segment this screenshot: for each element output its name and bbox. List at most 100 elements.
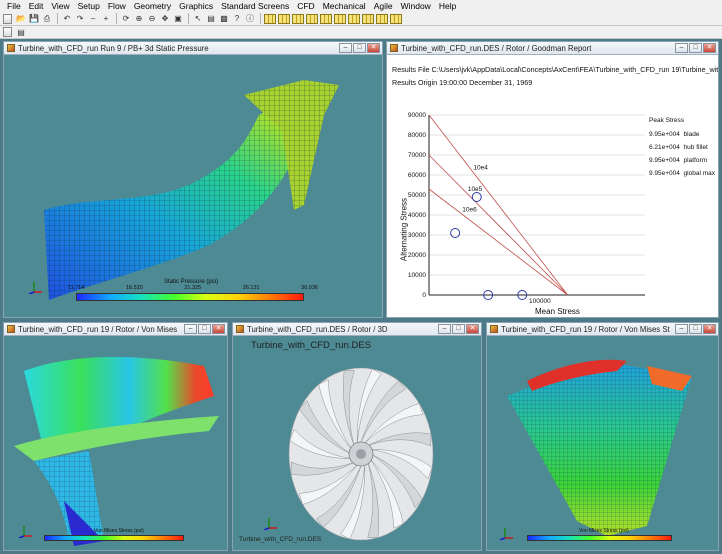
select-icon[interactable]: ↖	[192, 13, 204, 24]
fit-icon[interactable]: ▣	[172, 13, 184, 24]
close-button[interactable]: ✕	[703, 324, 716, 334]
screen-1-icon[interactable]	[264, 13, 276, 24]
peak-value: 9.95e+004	[649, 170, 680, 177]
axis-triad-icon	[499, 528, 513, 540]
maximize-button[interactable]: □	[689, 324, 702, 334]
minimize-button[interactable]: –	[438, 324, 451, 334]
maximize-button[interactable]: □	[353, 43, 366, 53]
screen-5-icon[interactable]	[320, 13, 332, 24]
window-title: Turbine_with_CFD_run.DES / Rotor / Goodm…	[401, 43, 592, 53]
undo-icon[interactable]: ↶	[61, 13, 73, 24]
screen-8-icon[interactable]	[362, 13, 374, 24]
menu-help[interactable]: Help	[435, 0, 460, 12]
close-button[interactable]: ✕	[212, 324, 225, 334]
menu-edit[interactable]: Edit	[25, 0, 48, 12]
y-tick-label: 10000	[408, 272, 426, 279]
window-titlebar[interactable]: Turbine_with_CFD_run 19 / Rotor / Von Mi…	[487, 323, 718, 336]
von-mises-left-window[interactable]: Turbine_with_CFD_run 19 / Rotor / Von Mi…	[3, 322, 228, 551]
menu-file[interactable]: File	[3, 0, 25, 12]
y-tick-label: 60000	[408, 172, 426, 179]
chart-icon[interactable]: ▤	[15, 27, 27, 38]
screen-7-icon[interactable]	[348, 13, 360, 24]
menu-flow[interactable]: Flow	[104, 0, 130, 12]
print-icon[interactable]: ⎙	[41, 13, 53, 24]
maximize-button[interactable]: □	[452, 324, 465, 334]
shade-icon[interactable]: ▩	[218, 13, 230, 24]
minus-icon[interactable]: –	[87, 13, 99, 24]
menu-agile[interactable]: Agile	[370, 0, 397, 12]
zoom-in-icon[interactable]: ⊕	[133, 13, 145, 24]
info-icon[interactable]: ⓘ	[244, 13, 256, 24]
y-tick-label: 30000	[408, 232, 426, 239]
goodman-report-window[interactable]: Turbine_with_CFD_run.DES / Rotor / Goodm…	[386, 41, 719, 318]
close-button[interactable]: ✕	[703, 43, 716, 53]
redo-icon[interactable]: ↷	[74, 13, 86, 24]
3d-viewport[interactable]: Turbine_with_CFD_run.DES Turbine_with_CF…	[233, 336, 481, 550]
menu-mechanical[interactable]: Mechanical	[319, 0, 370, 12]
menu-standard-screens[interactable]: Standard Screens	[217, 0, 293, 12]
screen-6-icon[interactable]	[334, 13, 346, 24]
close-button[interactable]: ✕	[367, 43, 380, 53]
menu-cfd[interactable]: CFD	[293, 0, 318, 12]
line-label: 10e5	[468, 186, 483, 193]
window-app-icon	[236, 325, 244, 333]
minimize-button[interactable]: –	[675, 324, 688, 334]
rotate-icon[interactable]: ⟳	[120, 13, 132, 24]
minimize-button[interactable]: –	[339, 43, 352, 53]
menu-graphics[interactable]: Graphics	[175, 0, 217, 12]
new-icon[interactable]	[3, 13, 12, 24]
legend-tick: 16.520	[125, 285, 143, 291]
minimize-button[interactable]: –	[675, 43, 688, 53]
peak-value: 9.95e+004	[649, 131, 680, 138]
maximize-button[interactable]: □	[689, 43, 702, 53]
close-button[interactable]: ✕	[466, 324, 479, 334]
window-titlebar[interactable]: Turbine_with_CFD_run 19 / Rotor / Von Mi…	[4, 323, 227, 336]
legend-ticks: 11.714 16.520 21.325 26.131 30.936	[68, 285, 318, 291]
window-title: Turbine_with_CFD_run.DES / Rotor / 3D	[247, 324, 388, 334]
screen-2-icon[interactable]	[278, 13, 290, 24]
legend-tick: 26.131	[242, 285, 260, 291]
wireframe-icon[interactable]: ▤	[205, 13, 217, 24]
window-titlebar[interactable]: Turbine_with_CFD_run.DES / Rotor / Goodm…	[387, 42, 718, 55]
menu-bar: File Edit View Setup Flow Geometry Graphics Sta…	[0, 0, 722, 12]
legend-tick: 11.714	[68, 285, 85, 291]
open-icon[interactable]: 📂	[15, 13, 27, 24]
von-mises-right-window[interactable]: Turbine_with_CFD_run 19 / Rotor / Von Mi…	[486, 322, 719, 551]
peak-row: 6.21e+004 hub fillet	[649, 144, 708, 151]
doc-icon[interactable]	[3, 27, 12, 37]
legend-tick: 30.936	[301, 285, 318, 291]
data-point	[471, 192, 482, 202]
menu-setup[interactable]: Setup	[74, 0, 104, 12]
menu-view[interactable]: View	[47, 0, 73, 12]
goodman-chart: 90000 80000 70000 60000 50000 40000 30000 20000…	[408, 112, 645, 305]
3d-viewport[interactable]: Von Mises Stress (psi)	[487, 336, 718, 550]
3d-viewport[interactable]: Static Pressure (psi) 11.714 16.520 21.3…	[4, 55, 382, 317]
window-titlebar[interactable]: Turbine_with_CFD_run Run 9 / PB+ 3d Stat…	[4, 42, 382, 55]
main-toolbar: 📂 💾 ⎙ ↶ ↷ – + ⟳ ⊕ ⊖ ✥ ▣ ↖ ▤ ▩ ? ⓘ	[0, 12, 722, 26]
zoom-out-icon[interactable]: ⊖	[146, 13, 158, 24]
save-icon[interactable]: 💾	[28, 13, 40, 24]
plus-icon[interactable]: +	[100, 13, 112, 24]
rotor-3d-window[interactable]: Turbine_with_CFD_run.DES / Rotor / 3D – …	[232, 322, 482, 551]
toolbar-separator	[188, 13, 189, 24]
screen-3-icon[interactable]	[292, 13, 304, 24]
goodman-line	[428, 154, 568, 296]
pan-icon[interactable]: ✥	[159, 13, 171, 24]
3d-viewport[interactable]: Von Mises Stress (psi)	[4, 336, 227, 550]
screen-4-icon[interactable]	[306, 13, 318, 24]
minimize-button[interactable]: –	[184, 324, 197, 334]
static-pressure-window[interactable]: Turbine_with_CFD_run Run 9 / PB+ 3d Stat…	[3, 41, 383, 318]
legend-title: Von Mises Stress (psi)	[94, 528, 144, 534]
color-legend-bar	[76, 293, 304, 301]
menu-window[interactable]: Window	[397, 0, 435, 12]
screen-9-icon[interactable]	[376, 13, 388, 24]
window-titlebar[interactable]: Turbine_with_CFD_run.DES / Rotor / 3D – …	[233, 323, 481, 336]
screen-10-icon[interactable]	[390, 13, 402, 24]
maximize-button[interactable]: □	[198, 324, 211, 334]
window-app-icon	[390, 44, 398, 52]
secondary-toolbar: ▤	[0, 26, 722, 39]
legend-tick: 21.325	[184, 285, 202, 291]
peak-row: 9.95e+004 platform	[649, 157, 707, 164]
menu-geometry[interactable]: Geometry	[130, 0, 175, 12]
help-icon[interactable]: ?	[231, 13, 243, 24]
